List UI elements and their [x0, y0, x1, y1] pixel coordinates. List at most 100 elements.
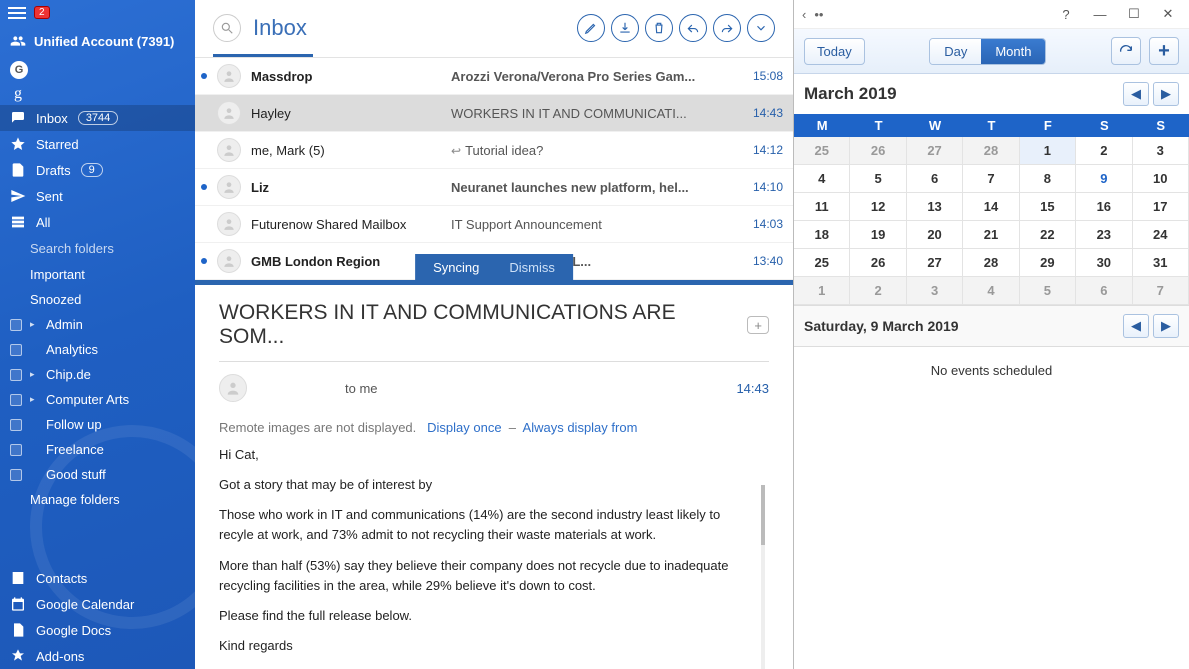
message-row[interactable]: Futurenow Shared Mailbox IT Support Anno…	[195, 206, 793, 243]
calendar-day[interactable]: 29	[1020, 249, 1076, 277]
calendar-day[interactable]: 7	[1133, 277, 1189, 305]
manage-folders[interactable]: Manage folders	[0, 487, 195, 512]
calendar-day[interactable]: 1	[794, 277, 850, 305]
calendar-day[interactable]: 25	[794, 137, 850, 165]
nav-addons[interactable]: Add-ons	[0, 643, 195, 669]
reply-button[interactable]	[679, 14, 707, 42]
message-row[interactable]: Liz Neuranet launches new platform, hel.…	[195, 169, 793, 206]
calendar-day[interactable]: 4	[963, 277, 1019, 305]
google-account-icon[interactable]: G	[10, 61, 28, 79]
message-row[interactable]: Massdrop Arozzi Verona/Verona Pro Series…	[195, 58, 793, 95]
calendar-day[interactable]: 3	[1133, 137, 1189, 165]
calendar-day[interactable]: 26	[850, 249, 906, 277]
nav-drafts[interactable]: Drafts 9	[0, 157, 195, 183]
minimize-button[interactable]: —	[1087, 4, 1113, 24]
calendar-day[interactable]: 26	[850, 137, 906, 165]
nav-snoozed[interactable]: Snoozed	[0, 287, 195, 312]
calendar-day[interactable]: 22	[1020, 221, 1076, 249]
help-button[interactable]: ?	[1053, 4, 1079, 24]
calendar-day[interactable]: 25	[794, 249, 850, 277]
folder-item[interactable]: Follow up	[0, 412, 195, 437]
calendar-day[interactable]: 12	[850, 193, 906, 221]
today-button[interactable]: Today	[804, 38, 865, 65]
back-icon[interactable]: ‹	[802, 7, 806, 22]
compose-button[interactable]	[577, 14, 605, 42]
sender-avatar[interactable]	[219, 374, 247, 402]
calendar-day[interactable]: 31	[1133, 249, 1189, 277]
folder-item[interactable]: ▸ Chip.de	[0, 362, 195, 387]
calendar-day[interactable]: 1	[1020, 137, 1076, 165]
download-button[interactable]	[611, 14, 639, 42]
nav-starred[interactable]: Starred	[0, 131, 195, 157]
folder-checkbox[interactable]	[10, 469, 22, 481]
calendar-day[interactable]: 10	[1133, 165, 1189, 193]
more-dots-icon[interactable]: ••	[814, 7, 823, 22]
account-header[interactable]: Unified Account (7391)	[0, 25, 195, 57]
calendar-day[interactable]: 20	[907, 221, 963, 249]
maximize-button[interactable]: ☐	[1121, 4, 1147, 24]
nav-contacts[interactable]: Contacts	[0, 565, 195, 591]
google-account-secondary[interactable]: g	[14, 85, 181, 103]
calendar-day[interactable]: 18	[794, 221, 850, 249]
folder-checkbox[interactable]	[10, 419, 22, 431]
calendar-day[interactable]: 14	[963, 193, 1019, 221]
prev-day-button[interactable]: ◀	[1123, 314, 1149, 338]
calendar-day[interactable]: 13	[907, 193, 963, 221]
calendar-day[interactable]: 19	[850, 221, 906, 249]
view-month[interactable]: Month	[981, 39, 1045, 64]
view-day[interactable]: Day	[930, 39, 981, 64]
add-event-button[interactable]: +	[1149, 37, 1179, 65]
message-row[interactable]: me, Mark (5) ↩Tutorial idea? 14:12	[195, 132, 793, 169]
search-folders[interactable]: Search folders	[0, 235, 195, 262]
delete-button[interactable]	[645, 14, 673, 42]
folder-item[interactable]: Good stuff	[0, 462, 195, 487]
folder-checkbox[interactable]	[10, 369, 22, 381]
calendar-day[interactable]: 7	[963, 165, 1019, 193]
calendar-day[interactable]: 5	[1020, 277, 1076, 305]
calendar-day[interactable]: 30	[1076, 249, 1132, 277]
refresh-button[interactable]	[1111, 37, 1141, 65]
more-button[interactable]	[747, 14, 775, 42]
calendar-day[interactable]: 9	[1076, 165, 1132, 193]
prev-month-button[interactable]: ◀	[1123, 82, 1149, 106]
nav-inbox[interactable]: Inbox 3744	[0, 105, 195, 131]
calendar-day[interactable]: 11	[794, 193, 850, 221]
calendar-day[interactable]: 28	[963, 249, 1019, 277]
calendar-day[interactable]: 6	[1076, 277, 1132, 305]
folder-item[interactable]: ▸ Computer Arts	[0, 387, 195, 412]
sync-dismiss[interactable]: Dismiss	[509, 260, 555, 275]
calendar-day[interactable]: 24	[1133, 221, 1189, 249]
close-button[interactable]: ✕	[1155, 4, 1181, 24]
forward-button[interactable]	[713, 14, 741, 42]
next-day-button[interactable]: ▶	[1153, 314, 1179, 338]
nav-all[interactable]: All	[0, 209, 195, 235]
menu-icon[interactable]	[8, 7, 26, 19]
display-once-link[interactable]: Display once	[427, 420, 501, 435]
message-row[interactable]: Hayley WORKERS IN IT AND COMMUNICATI... …	[195, 95, 793, 132]
calendar-day[interactable]: 17	[1133, 193, 1189, 221]
nav-important[interactable]: Important	[0, 262, 195, 287]
always-display-link[interactable]: Always display from	[523, 420, 638, 435]
nav-google-docs[interactable]: Google Docs	[0, 617, 195, 643]
expand-thread-button[interactable]: +	[747, 316, 769, 334]
folder-item[interactable]: ▸ Admin	[0, 312, 195, 337]
calendar-day[interactable]: 2	[1076, 137, 1132, 165]
calendar-day[interactable]: 21	[963, 221, 1019, 249]
body-scrollbar[interactable]	[761, 485, 765, 669]
search-button[interactable]	[213, 14, 241, 42]
calendar-day[interactable]: 15	[1020, 193, 1076, 221]
calendar-day[interactable]: 28	[963, 137, 1019, 165]
calendar-day[interactable]: 27	[907, 249, 963, 277]
folder-checkbox[interactable]	[10, 344, 22, 356]
calendar-day[interactable]: 8	[1020, 165, 1076, 193]
calendar-day[interactable]: 5	[850, 165, 906, 193]
nav-sent[interactable]: Sent	[0, 183, 195, 209]
folder-item[interactable]: Freelance	[0, 437, 195, 462]
next-month-button[interactable]: ▶	[1153, 82, 1179, 106]
folder-checkbox[interactable]	[10, 319, 22, 331]
calendar-day[interactable]: 27	[907, 137, 963, 165]
folder-checkbox[interactable]	[10, 394, 22, 406]
calendar-day[interactable]: 3	[907, 277, 963, 305]
folder-checkbox[interactable]	[10, 444, 22, 456]
calendar-day[interactable]: 4	[794, 165, 850, 193]
